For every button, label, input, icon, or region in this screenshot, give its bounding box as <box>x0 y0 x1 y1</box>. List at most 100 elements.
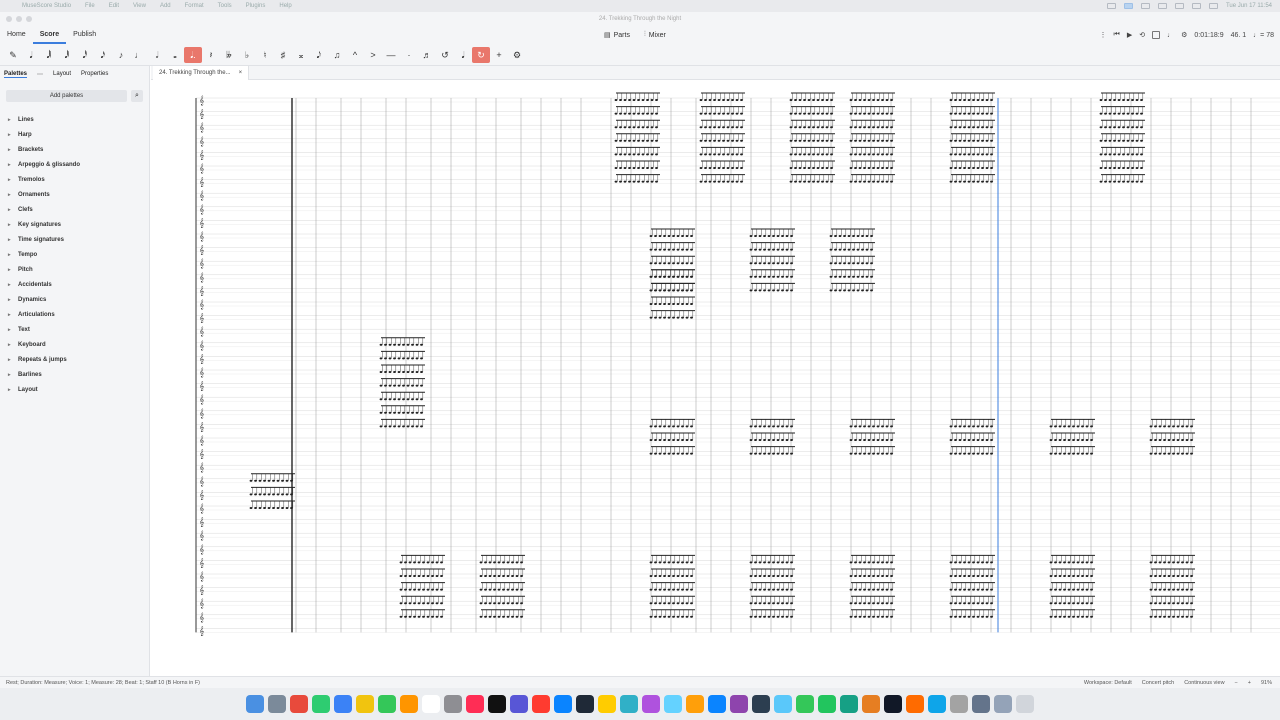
add-palettes-button[interactable]: Add palettes <box>6 90 127 102</box>
note-head[interactable] <box>849 439 853 441</box>
note-head[interactable] <box>972 99 975 101</box>
note-head[interactable] <box>632 112 636 115</box>
note-head[interactable] <box>967 425 971 428</box>
note-head[interactable] <box>1163 575 1166 577</box>
note-head[interactable] <box>417 575 421 577</box>
note-head[interactable] <box>821 139 824 142</box>
note-head[interactable] <box>890 575 893 577</box>
note-head[interactable] <box>479 615 483 618</box>
note-head[interactable] <box>789 126 793 129</box>
note-head[interactable] <box>967 575 971 577</box>
note-head[interactable] <box>849 425 853 428</box>
note-head[interactable] <box>798 126 802 129</box>
note-head[interactable] <box>763 575 766 577</box>
note-head[interactable] <box>393 384 396 387</box>
note-head[interactable] <box>435 615 439 618</box>
note-head[interactable] <box>763 561 766 564</box>
note-head[interactable] <box>854 425 857 428</box>
note-head[interactable] <box>829 289 833 292</box>
note-head[interactable] <box>1113 99 1116 101</box>
note-head[interactable] <box>502 588 505 591</box>
note-head[interactable] <box>949 452 953 455</box>
note-head[interactable] <box>676 615 680 618</box>
note-head[interactable] <box>676 316 680 319</box>
note-head[interactable] <box>735 167 739 169</box>
note-head[interactable] <box>511 602 514 605</box>
note-head[interactable] <box>967 99 971 101</box>
note-head[interactable] <box>772 262 775 265</box>
note-head[interactable] <box>781 602 784 605</box>
toolbar-button[interactable]: 𝅘𝅥. <box>184 46 202 63</box>
note-head[interactable] <box>985 439 989 441</box>
dock-app-icon[interactable] <box>488 695 506 713</box>
note-head[interactable] <box>658 615 662 618</box>
note-head[interactable] <box>843 235 846 237</box>
note-head[interactable] <box>867 139 871 142</box>
note-head[interactable] <box>881 126 884 129</box>
note-head[interactable] <box>785 289 789 292</box>
note-head[interactable] <box>803 99 806 101</box>
menubar-status-icon[interactable] <box>1157 3 1167 9</box>
note-head[interactable] <box>690 561 693 564</box>
note-head[interactable] <box>772 615 775 618</box>
note-head[interactable] <box>881 99 884 101</box>
note-head[interactable] <box>954 561 957 564</box>
note-head[interactable] <box>1149 439 1153 441</box>
note-head[interactable] <box>949 99 953 101</box>
note-head[interactable] <box>849 602 853 605</box>
note-head[interactable] <box>1154 439 1157 441</box>
note-head[interactable] <box>614 112 618 115</box>
note-head[interactable] <box>767 588 771 591</box>
note-head[interactable] <box>649 561 653 564</box>
note-head[interactable] <box>990 425 993 428</box>
note-head[interactable] <box>384 371 387 373</box>
note-head[interactable] <box>985 126 989 129</box>
note-head[interactable] <box>281 493 284 496</box>
note-head[interactable] <box>858 602 862 605</box>
palette-item[interactable]: ▸ Key signatures <box>0 217 149 232</box>
note-head[interactable] <box>872 112 875 115</box>
toolbar-button[interactable]: + <box>490 47 508 63</box>
note-head[interactable] <box>1149 452 1153 455</box>
note-head[interactable] <box>885 112 889 115</box>
note-head[interactable] <box>890 99 893 101</box>
note-head[interactable] <box>654 561 657 564</box>
note-head[interactable] <box>967 112 971 115</box>
note-head[interactable] <box>1076 439 1080 441</box>
note-head[interactable] <box>713 99 716 101</box>
note-head[interactable] <box>1063 561 1066 564</box>
note-head[interactable] <box>870 262 873 265</box>
note-head[interactable] <box>1158 588 1162 591</box>
note-head[interactable] <box>717 112 721 115</box>
note-head[interactable] <box>690 235 693 237</box>
note-head[interactable] <box>440 575 443 577</box>
note-head[interactable] <box>681 316 684 319</box>
note-head[interactable] <box>658 316 662 319</box>
note-head[interactable] <box>861 235 864 237</box>
note-head[interactable] <box>1140 180 1143 183</box>
note-head[interactable] <box>825 112 829 115</box>
note-head[interactable] <box>1076 452 1080 455</box>
note-head[interactable] <box>520 588 523 591</box>
note-head[interactable] <box>767 425 771 428</box>
note-head[interactable] <box>958 180 962 183</box>
note-head[interactable] <box>704 99 707 101</box>
note-head[interactable] <box>776 235 780 237</box>
note-head[interactable] <box>861 248 864 251</box>
note-head[interactable] <box>881 575 884 577</box>
dock-app-icon[interactable] <box>686 695 704 713</box>
note-head[interactable] <box>807 153 811 156</box>
note-head[interactable] <box>1190 425 1193 428</box>
dock-app-icon[interactable] <box>268 695 286 713</box>
note-head[interactable] <box>708 126 712 129</box>
note-head[interactable] <box>623 99 627 101</box>
note-head[interactable] <box>1054 439 1057 441</box>
menu-format[interactable]: Format <box>185 3 204 9</box>
note-head[interactable] <box>646 126 649 129</box>
note-head[interactable] <box>658 235 662 237</box>
note-head[interactable] <box>249 479 253 482</box>
note-head[interactable] <box>1049 561 1053 564</box>
note-head[interactable] <box>985 180 989 183</box>
note-head[interactable] <box>1099 167 1103 169</box>
note-head[interactable] <box>384 398 387 401</box>
